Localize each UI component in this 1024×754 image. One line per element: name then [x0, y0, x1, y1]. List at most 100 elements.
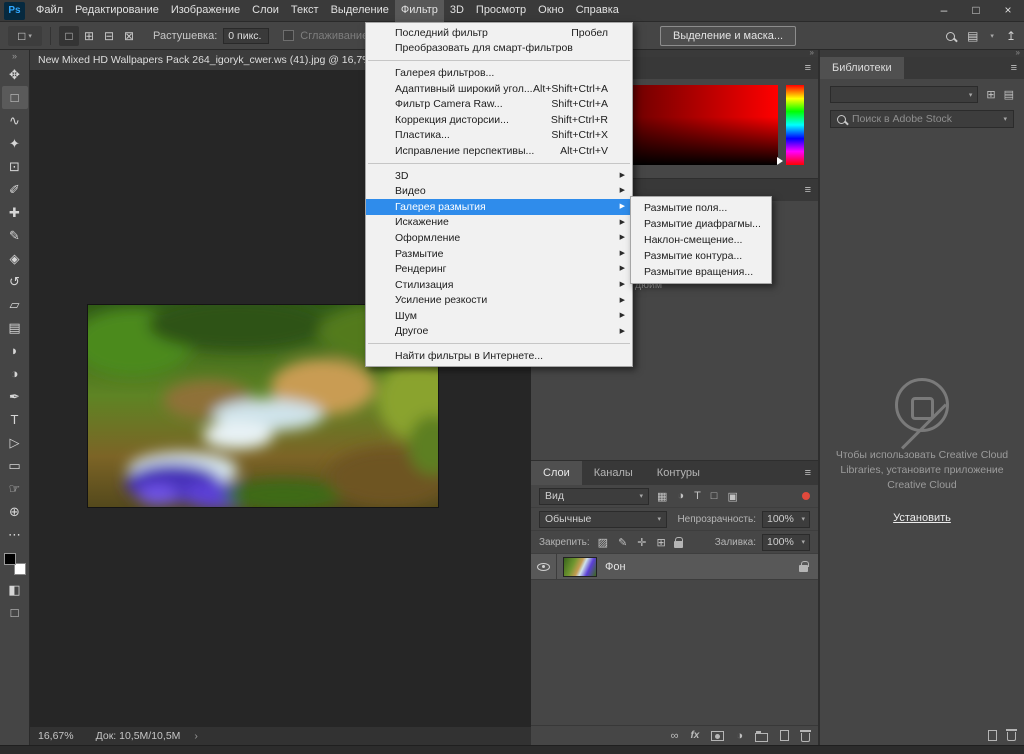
feather-input[interactable]: 0 пикс. — [223, 28, 269, 44]
menu-item[interactable]: Видео ▶ — [366, 183, 632, 199]
tool-preset-button[interactable]: □ ▾ — [8, 26, 42, 46]
new-group-icon[interactable] — [755, 733, 768, 742]
maximize-button[interactable]: □ — [960, 0, 992, 21]
more-tools-icon[interactable]: ⋯ — [2, 523, 28, 546]
delete-library-icon[interactable] — [1007, 732, 1016, 741]
new-library-icon[interactable] — [988, 730, 997, 741]
eyedropper-tool[interactable]: ✐ — [2, 178, 28, 201]
subtract-selection-mode[interactable]: ⊟ — [99, 26, 119, 46]
crop-tool[interactable]: ⊡ — [2, 155, 28, 178]
panel-menu-icon[interactable]: ≡ — [805, 184, 818, 196]
filter-toggle-icon[interactable] — [802, 492, 810, 500]
menu-item[interactable]: Галерея размытия ▶ — [366, 199, 632, 215]
close-button[interactable]: × — [992, 0, 1024, 21]
zoom-tool[interactable]: ⊕ — [2, 500, 28, 523]
move-tool[interactable]: ✥ — [2, 63, 28, 86]
menu-item[interactable]: Размытие ▶ — [366, 246, 632, 262]
opacity-input[interactable]: 100% ▾ — [762, 511, 810, 528]
menu-item[interactable]: Фильтр Camera Raw... Shift+Ctrl+A ▶ — [366, 96, 632, 112]
blur-tool[interactable]: ◗ — [2, 339, 28, 362]
menu-item[interactable]: 3D ▶ — [366, 168, 632, 184]
gradient-tool[interactable]: ▤ — [2, 316, 28, 339]
menu-item[interactable]: Коррекция дисторсии... Shift+Ctrl+R ▶ — [366, 112, 632, 128]
submenu-item[interactable]: Размытие поля... — [631, 200, 771, 216]
menu-item[interactable]: Рендеринг ▶ — [366, 261, 632, 277]
eraser-tool[interactable]: ▱ — [2, 293, 28, 316]
list-view-icon[interactable]: ▤ — [1004, 88, 1014, 101]
quick-mask-icon[interactable]: ◧ — [2, 578, 28, 601]
menubar-item[interactable]: Просмотр — [470, 0, 532, 22]
marquee-tool[interactable]: □ — [2, 86, 28, 109]
panel-tab[interactable]: Каналы — [582, 461, 645, 485]
intersect-selection-mode[interactable]: ⊠ — [119, 26, 139, 46]
fill-input[interactable]: 100% ▾ — [762, 534, 810, 551]
filter-shape-icon[interactable]: □ — [709, 490, 720, 502]
foreground-color-swatch[interactable] — [4, 553, 16, 565]
minimize-button[interactable]: – — [928, 0, 960, 21]
lock-transparency-icon[interactable]: ▨ — [596, 536, 610, 549]
shape-tool[interactable]: ▭ — [2, 454, 28, 477]
menu-item[interactable]: Усиление резкости ▶ — [366, 293, 632, 309]
menu-item[interactable]: Преобразовать для смарт-фильтров ▶ — [366, 41, 632, 57]
lasso-tool[interactable]: ∿ — [2, 109, 28, 132]
menubar-item[interactable]: Окно — [532, 0, 570, 22]
screen-mode-icon[interactable]: □ — [2, 601, 28, 624]
submenu-item[interactable]: Размытие диафрагмы... — [631, 216, 771, 232]
path-selection-tool[interactable]: ▷ — [2, 431, 28, 454]
library-select[interactable]: ▾ — [830, 86, 978, 103]
quick-selection-tool[interactable]: ✦ — [2, 132, 28, 155]
collapse-toolbar-icon[interactable]: » — [0, 50, 29, 63]
menu-item[interactable]: Адаптивный широкий угол... Alt+Shift+Ctr… — [366, 81, 632, 97]
menu-item[interactable]: Галерея фильтров... ▶ — [366, 65, 632, 81]
collapse-panels-icon[interactable]: » — [1016, 48, 1020, 57]
menu-item[interactable]: ▶ — [368, 163, 630, 164]
pen-tool[interactable]: ✒ — [2, 385, 28, 408]
brush-tool[interactable]: ✎ — [2, 224, 28, 247]
type-tool[interactable]: T — [2, 408, 28, 431]
stock-search-input[interactable]: Поиск в Adobe Stock ▾ — [830, 110, 1014, 128]
panel-tab[interactable]: Слои — [531, 461, 582, 485]
share-icon[interactable]: ↥ — [1006, 29, 1016, 43]
dodge-tool[interactable]: ◑ — [2, 362, 28, 385]
panel-menu-icon[interactable]: ≡ — [805, 62, 818, 74]
menu-item[interactable]: ▶ — [368, 343, 630, 344]
menubar-item[interactable]: Файл — [30, 0, 69, 22]
blend-mode-select[interactable]: Обычные ▾ — [539, 511, 667, 528]
layer-filter-select[interactable]: Вид ▾ — [539, 488, 649, 505]
collapse-panels-icon[interactable]: » — [810, 48, 814, 57]
lock-artboard-icon[interactable]: ⊞ — [655, 536, 668, 549]
healing-brush-tool[interactable]: ✚ — [2, 201, 28, 224]
submenu-item[interactable]: Размытие вращения... — [631, 264, 771, 280]
filter-smartobject-icon[interactable]: ▣ — [725, 490, 739, 503]
hand-tool[interactable]: ☞ — [2, 477, 28, 500]
lock-all-icon[interactable] — [674, 541, 683, 548]
layer-row[interactable]: Фон — [531, 554, 818, 580]
search-icon[interactable] — [946, 32, 955, 41]
workspace-icon[interactable]: ▤ — [967, 29, 978, 43]
menubar-item[interactable]: Редактирование — [69, 0, 165, 22]
menubar-item[interactable]: Фильтр — [395, 0, 444, 22]
filter-adjustment-icon[interactable]: ◑ — [675, 490, 686, 502]
add-selection-mode[interactable]: ⊞ — [79, 26, 99, 46]
menu-item[interactable]: Стилизация ▶ — [366, 277, 632, 293]
menu-item[interactable]: Последний фильтр Пробел ▶ — [366, 25, 632, 41]
install-link[interactable]: Установить — [820, 512, 1024, 524]
panel-tab[interactable]: Контуры — [645, 461, 712, 485]
grid-view-icon[interactable]: ⊞ — [986, 88, 995, 101]
menu-item[interactable]: Шум ▶ — [366, 308, 632, 324]
panel-menu-icon[interactable]: ≡ — [1011, 62, 1024, 74]
menu-item[interactable]: ▶ — [368, 60, 630, 61]
layer-effects-icon[interactable]: fx — [690, 730, 699, 741]
submenu-item[interactable]: Размытие контура... — [631, 248, 771, 264]
hue-slider[interactable] — [786, 85, 804, 165]
menu-item[interactable]: Другое ▶ — [366, 324, 632, 340]
lock-position-icon[interactable]: ✛ — [635, 536, 648, 549]
menu-item[interactable]: Пластика... Shift+Ctrl+X ▶ — [366, 128, 632, 144]
submenu-item[interactable]: Наклон-смещение... — [631, 232, 771, 248]
new-layer-icon[interactable] — [780, 730, 789, 741]
select-and-mask-button[interactable]: Выделение и маска... — [660, 26, 796, 46]
menubar-item[interactable]: Текст — [285, 0, 325, 22]
history-brush-tool[interactable]: ↺ — [2, 270, 28, 293]
menu-item[interactable]: Оформление ▶ — [366, 230, 632, 246]
menubar-item[interactable]: Справка — [570, 0, 625, 22]
